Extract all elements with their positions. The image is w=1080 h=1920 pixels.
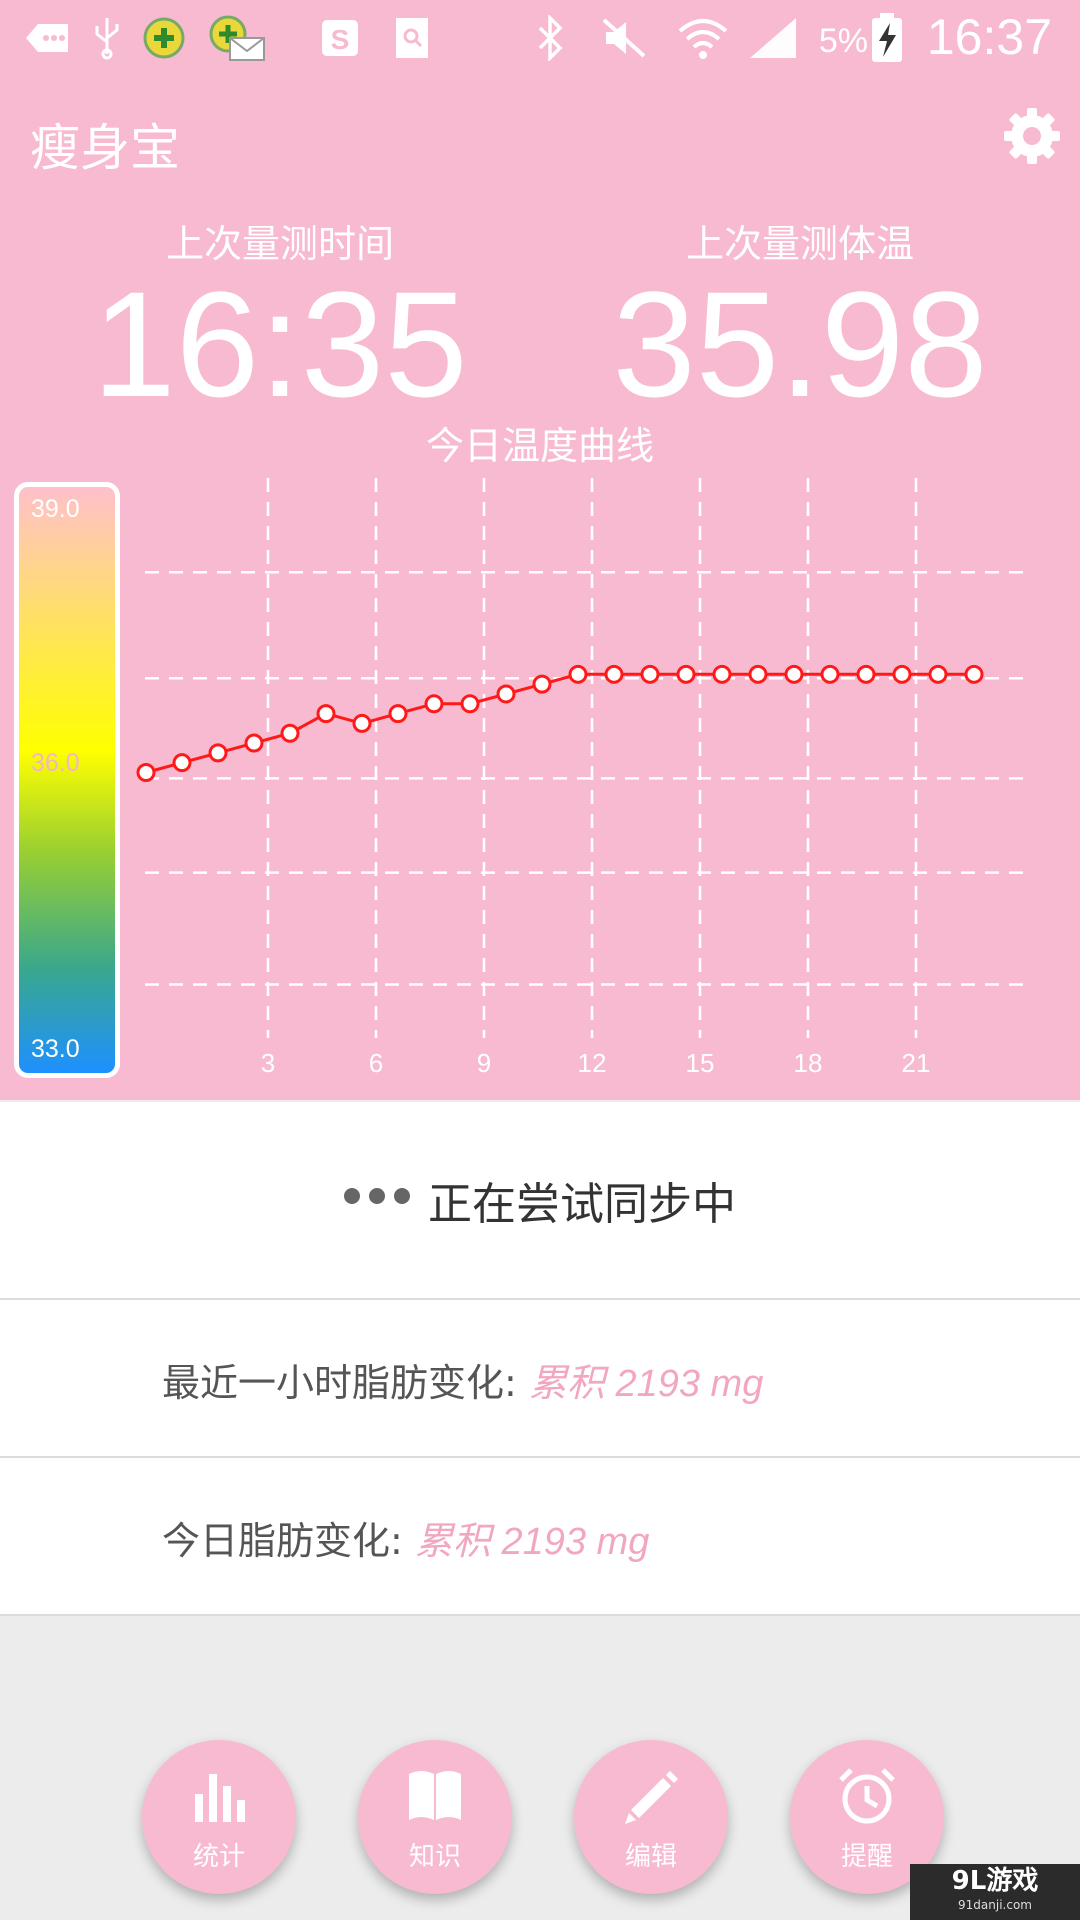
x-tick-label: 6: [369, 1048, 383, 1078]
book-icon: [409, 1771, 461, 1820]
temperature-point: [136, 763, 156, 782]
temperature-point: [496, 684, 516, 704]
header-area: S 5% 16:37 瘦身宝 上次量测时间 16:35 上次量测体温 35.98…: [0, 0, 1080, 1100]
app-plus-icon: [140, 16, 190, 60]
sync-panel: 正在尝试同步中: [0, 1102, 1080, 1300]
last-measure-temp: 上次量测体温 35.98: [600, 222, 1000, 424]
watermark-url: 91danji.com: [958, 1898, 1032, 1912]
battery-charging-icon: [870, 13, 904, 62]
sync-status-text: 正在尝试同步中: [428, 1179, 736, 1230]
temperature-point: [784, 664, 804, 684]
status-bar: S 5% 16:37: [0, 0, 1080, 80]
nav-stats-button[interactable]: 统计: [142, 1740, 296, 1894]
last-measure-time-value: 16:35: [92, 260, 468, 428]
temperature-point: [820, 664, 840, 684]
fat-today-value: 累积 2193 mg: [414, 1521, 650, 1563]
fat-today-row: 今日脂肪变化: 累积 2193 mg: [0, 1458, 1080, 1616]
temperature-point: [928, 664, 948, 684]
status-time: 16:37: [926, 9, 1052, 65]
temperature-point: [424, 694, 444, 714]
mute-icon: [600, 16, 648, 60]
temperature-chart: 3 6 9 12 15 18 21: [136, 478, 1030, 1078]
fat-today-label: 今日脂肪变化:: [162, 1519, 415, 1563]
fat-hour-value: 累积 2193 mg: [528, 1363, 764, 1405]
bluetooth-icon: [536, 15, 566, 61]
svg-text:S: S: [331, 24, 350, 55]
temperature-point: [640, 664, 660, 684]
fat-hour-row: 最近一小时脂肪变化: 累积 2193 mg: [0, 1300, 1080, 1458]
battery-percent: 5%: [818, 22, 868, 60]
temperature-point: [532, 674, 552, 694]
temperature-point: [172, 753, 192, 773]
nav-stats-label: 统计: [192, 1842, 245, 1872]
temperature-point: [964, 664, 984, 684]
temperature-point: [208, 743, 228, 763]
temperature-point: [280, 723, 300, 743]
temperature-point: [676, 664, 696, 684]
pencil-icon: [625, 1771, 678, 1824]
nav-edit-button[interactable]: 编辑: [574, 1740, 728, 1894]
wifi-icon: [676, 16, 730, 60]
x-tick-label: 12: [578, 1048, 607, 1078]
x-tick-label: 9: [477, 1048, 491, 1078]
gear-icon[interactable]: [1002, 106, 1062, 166]
temperature-point: [388, 704, 408, 724]
last-measure-time: 上次量测时间 16:35: [80, 222, 480, 424]
temperature-point: [748, 664, 768, 684]
alarm-clock-icon: [839, 1768, 895, 1824]
temperature-point: [568, 664, 588, 684]
temperature-point: [892, 664, 912, 684]
bar-chart-icon: [195, 1774, 245, 1822]
loading-dots-icon: [344, 1188, 410, 1204]
app-title: 瘦身宝: [30, 119, 180, 177]
temperature-point: [604, 664, 624, 684]
last-measure-temp-value: 35.98: [612, 260, 988, 428]
temperature-point: [352, 713, 372, 733]
x-tick-label: 15: [686, 1048, 715, 1078]
temperature-point: [460, 694, 480, 714]
temperature-line: [145, 672, 974, 774]
s-icon: S: [318, 16, 362, 60]
nav-knowledge-label: 知识: [408, 1842, 461, 1872]
x-tick-label: 21: [902, 1048, 931, 1078]
watermark-logo: 9L游戏: [951, 1866, 1039, 1896]
temperature-point: [856, 664, 876, 684]
temperature-point: [712, 664, 732, 684]
app-mail-icon: [206, 15, 266, 61]
x-tick-label: 3: [261, 1048, 275, 1078]
temperature-point: [316, 704, 336, 724]
notes-icon: [392, 16, 432, 60]
site-watermark: 9L游戏 91danji.com: [910, 1864, 1080, 1920]
fat-hour-label: 最近一小时脂肪变化:: [162, 1361, 529, 1405]
usb-icon: [90, 16, 124, 60]
nav-edit-label: 编辑: [624, 1842, 677, 1872]
nav-knowledge-button[interactable]: 知识: [358, 1740, 512, 1894]
back-icon: [24, 16, 70, 60]
signal-icon: [748, 16, 800, 60]
x-tick-label: 18: [794, 1048, 823, 1078]
temperature-point: [244, 733, 264, 753]
app-bar: 瘦身宝: [0, 92, 1080, 192]
chart-title: 今日温度曲线: [425, 424, 654, 468]
